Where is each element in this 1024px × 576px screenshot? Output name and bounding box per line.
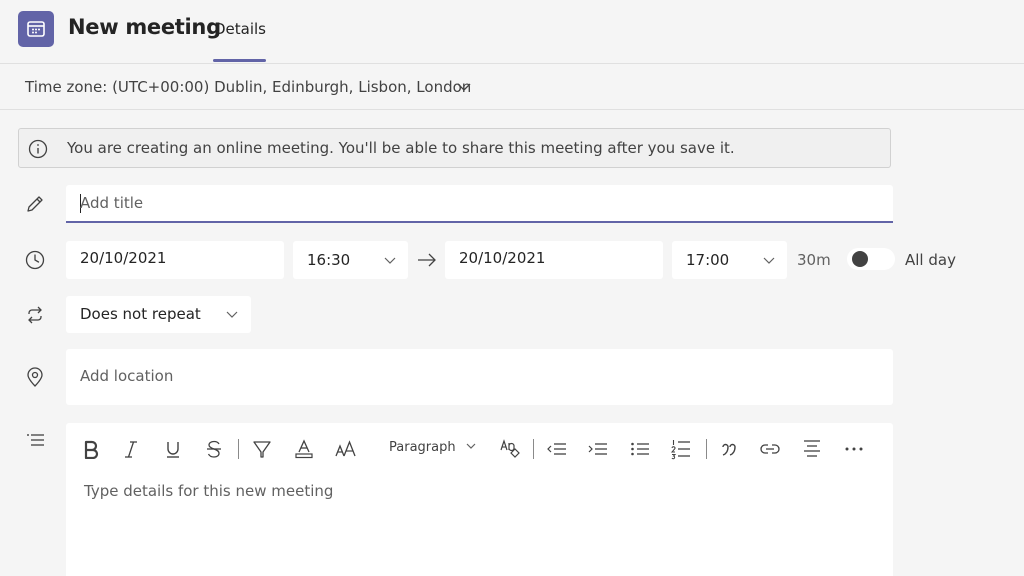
font-color-icon[interactable] [293,437,315,461]
start-date-value: 20/10/2021 [80,249,167,267]
all-day-label: All day [905,251,956,269]
toggle-knob [852,251,868,267]
paragraph-dropdown[interactable]: Paragraph [389,440,477,455]
clock-icon [25,250,45,270]
end-time-value: 17:00 [686,251,730,269]
toolbar-separator [706,439,707,459]
arrow-right-icon [418,253,436,267]
italic-icon[interactable] [120,437,142,461]
link-icon[interactable] [758,437,782,461]
location-placeholder: Add location [80,367,174,385]
info-banner: You are creating an online meeting. You'… [18,128,891,168]
location-input[interactable]: Add location [66,349,893,405]
pencil-icon [27,196,43,212]
end-date-picker[interactable]: 20/10/2021 [445,241,663,279]
chevron-down-icon [384,257,396,264]
tab-active-indicator [213,59,266,62]
toolbar-separator [533,439,534,459]
bold-icon[interactable] [80,437,102,461]
chevron-down-icon [466,443,476,449]
page-title: New meeting [68,15,221,39]
tab-details[interactable]: Details [214,20,266,38]
toolbar-separator [238,439,239,459]
all-day-toggle[interactable] [847,248,895,270]
timezone-selector[interactable]: Time zone: (UTC+00:00) Dublin, Edinburgh… [25,78,471,96]
repeat-dropdown[interactable]: Does not repeat [66,296,251,333]
title-input[interactable]: Add title [66,185,893,223]
underline-icon[interactable] [162,437,184,461]
start-time-value: 16:30 [307,251,351,269]
end-time-picker[interactable]: 17:00 [672,241,787,279]
bullet-list-icon[interactable] [628,437,652,461]
details-list-icon [27,434,44,446]
quote-icon[interactable] [718,437,740,461]
timezone-bar: Time zone: (UTC+00:00) Dublin, Edinburgh… [0,64,1024,110]
strikethrough-icon[interactable] [203,437,225,461]
more-icon[interactable] [842,437,866,461]
start-time-picker[interactable]: 16:30 [293,241,408,279]
details-placeholder: Type details for this new meeting [84,482,334,500]
highlight-icon[interactable] [251,437,273,461]
chevron-down-icon [226,311,238,318]
title-placeholder: Add title [80,194,144,212]
header: New meeting Details [0,0,1024,64]
chevron-down-icon [763,257,775,264]
details-editor[interactable]: Paragraph Type details for this new meet… [66,423,893,576]
align-icon[interactable] [800,437,824,461]
outdent-icon[interactable] [545,437,569,461]
font-size-icon[interactable] [333,437,359,461]
repeat-icon [28,306,42,324]
duration-label: 30m [797,251,831,269]
info-icon [28,139,48,159]
repeat-value: Does not repeat [80,305,201,323]
chevron-down-icon[interactable] [456,80,472,94]
clear-formatting-icon[interactable] [498,437,522,461]
calendar-app-icon [18,11,54,47]
numbered-list-icon[interactable] [669,437,693,461]
end-date-value: 20/10/2021 [459,249,546,267]
indent-icon[interactable] [586,437,610,461]
start-date-picker[interactable]: 20/10/2021 [66,241,284,279]
banner-text: You are creating an online meeting. You'… [67,139,735,157]
location-pin-icon [27,367,43,387]
paragraph-label: Paragraph [389,440,456,455]
